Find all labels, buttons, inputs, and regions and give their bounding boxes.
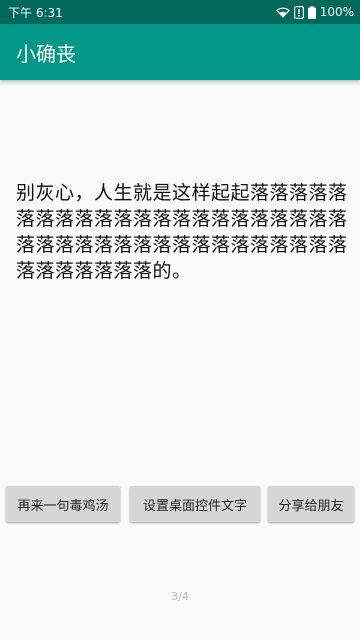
screen: 下午 6:31 100% 小确丧 别灰心，人生就是这样起起落落落落落落落落落落落… (0, 0, 360, 640)
alert-icon (293, 5, 304, 19)
set-widget-text-button[interactable]: 设置桌面控件文字 (130, 486, 260, 522)
battery-icon (307, 5, 316, 19)
wifi-icon (275, 6, 290, 18)
status-bar: 下午 6:31 100% (0, 0, 360, 24)
new-quote-button[interactable]: 再来一句毒鸡汤 (6, 486, 120, 522)
status-icons: 100% (275, 5, 354, 19)
share-button[interactable]: 分享给朋友 (268, 486, 354, 522)
app-title: 小确丧 (16, 41, 76, 66)
quote-text: 别灰心，人生就是这样起起落落落落落落落落落落落落落落落落落落落落落落落落落落落落… (16, 182, 348, 282)
app-bar: 小确丧 (0, 24, 360, 80)
battery-percent: 100% (319, 5, 354, 19)
page-indicator: 3/4 (171, 590, 189, 603)
status-time: 下午 6:31 (8, 5, 63, 20)
